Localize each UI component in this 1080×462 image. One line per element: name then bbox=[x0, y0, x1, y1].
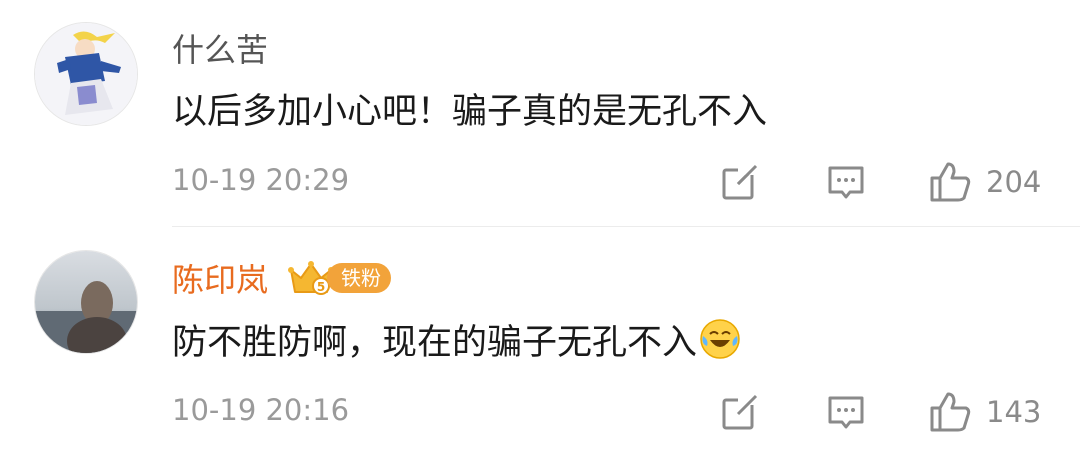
like-count: 204 bbox=[986, 165, 1042, 199]
username[interactable]: 陈印岚 bbox=[172, 260, 268, 300]
svg-text:5: 5 bbox=[317, 280, 325, 294]
comment-text: 以后多加小心吧！骗子真的是无孔不入 bbox=[172, 92, 768, 132]
share-button[interactable] bbox=[720, 160, 760, 204]
comment-icon bbox=[828, 166, 864, 199]
avatar[interactable] bbox=[34, 22, 138, 126]
badge-label: 铁粉 bbox=[327, 263, 391, 293]
share-button[interactable] bbox=[720, 390, 760, 434]
comment-icon bbox=[828, 396, 864, 429]
share-icon bbox=[722, 164, 758, 200]
laugh-cry-emoji bbox=[700, 319, 740, 359]
username[interactable]: 什么苦 bbox=[172, 30, 268, 70]
like-button[interactable]: 204 bbox=[928, 160, 1041, 204]
reply-button[interactable] bbox=[826, 160, 866, 204]
timestamp: 10-19 20:29 bbox=[172, 163, 350, 197]
divider bbox=[172, 226, 1080, 227]
like-icon bbox=[930, 162, 971, 202]
timestamp: 10-19 20:16 bbox=[172, 393, 350, 427]
fan-badge[interactable]: 5 铁粉 bbox=[287, 256, 391, 300]
comment-text: 防不胜防啊，现在的骗子无孔不入 bbox=[172, 318, 741, 367]
like-button[interactable]: 143 bbox=[928, 390, 1041, 434]
comment-item: 陈印岚 5 铁粉 防不胜防啊，现在的骗子无孔不入 10-19 20:16 143 bbox=[0, 228, 1080, 458]
share-icon bbox=[722, 394, 758, 430]
reply-button[interactable] bbox=[826, 390, 866, 434]
like-icon bbox=[930, 392, 971, 432]
like-count: 143 bbox=[986, 395, 1042, 429]
comment-item: 什么苦 以后多加小心吧！骗子真的是无孔不入 10-19 20:29 204 bbox=[0, 0, 1080, 230]
avatar[interactable] bbox=[34, 250, 138, 354]
